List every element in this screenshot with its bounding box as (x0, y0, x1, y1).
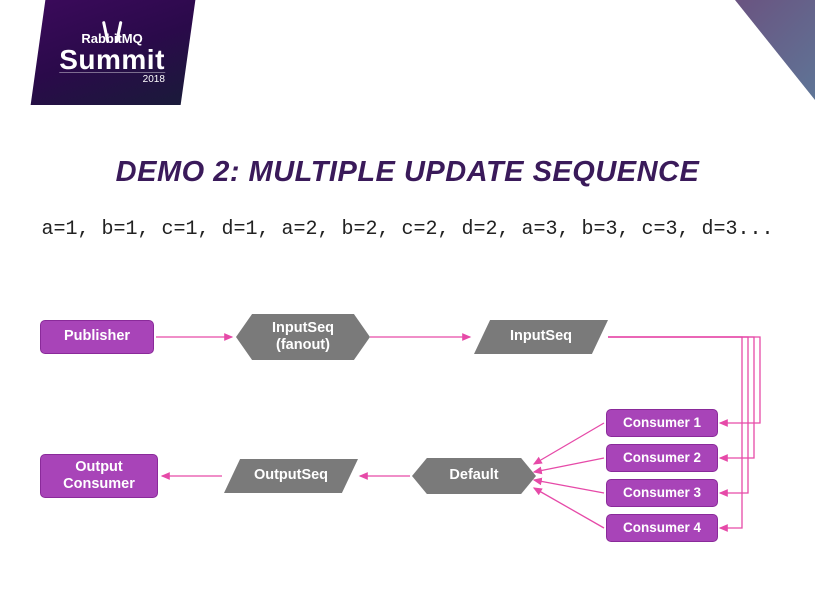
node-inputseq: InputSeq (474, 320, 608, 354)
node-consumer-2: Consumer 2 (606, 444, 718, 472)
flow-diagram: Publisher InputSeq (fanout) InputSeq Def… (0, 0, 815, 616)
node-output-consumer: Output Consumer (40, 454, 158, 498)
node-outputseq: OutputSeq (224, 459, 358, 493)
node-consumer-4: Consumer 4 (606, 514, 718, 542)
node-inputseq-fanout: InputSeq (fanout) (236, 314, 370, 360)
node-default: Default (412, 458, 536, 494)
node-publisher: Publisher (40, 320, 154, 354)
node-consumer-1: Consumer 1 (606, 409, 718, 437)
node-consumer-3: Consumer 3 (606, 479, 718, 507)
